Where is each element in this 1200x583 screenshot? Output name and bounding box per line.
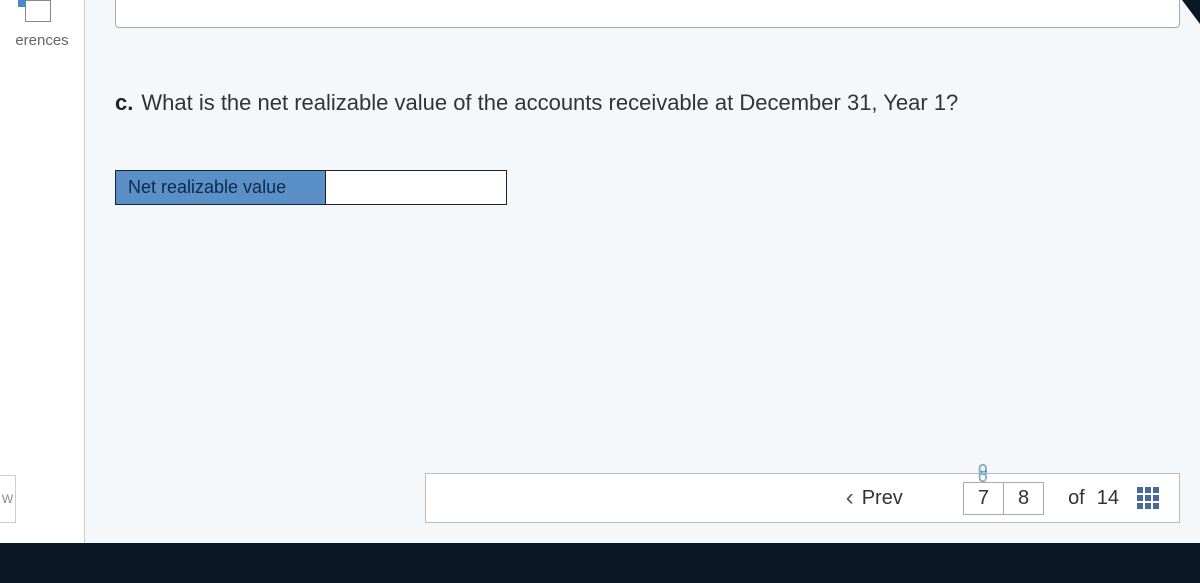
question-row: c. What is the net realizable value of t… — [115, 90, 1160, 116]
bottom-bezel — [0, 543, 1200, 583]
w-tab[interactable]: W — [0, 475, 16, 523]
answer-table: Net realizable value — [115, 170, 507, 205]
total-pages: 14 — [1097, 487, 1119, 510]
grid-view-icon[interactable] — [1137, 487, 1159, 509]
answer-label-cell: Net realizable value — [116, 171, 326, 204]
question-text: What is the net realizable value of the … — [141, 90, 958, 116]
prev-button[interactable]: ‹ Prev — [846, 484, 903, 512]
prev-label: Prev — [862, 487, 903, 510]
top-answer-box[interactable] — [115, 0, 1180, 28]
link-icon: 🔗 — [971, 461, 995, 485]
main-content: c. What is the net realizable value of t… — [85, 0, 1200, 583]
answer-input-cell — [326, 171, 506, 204]
references-label[interactable]: erences — [0, 32, 84, 49]
references-icon[interactable] — [25, 0, 51, 22]
page-indicator: 7 🔗 8 — [963, 482, 1044, 515]
navigation-bar: ‹ Prev 7 🔗 8 of 14 — [425, 473, 1180, 523]
net-realizable-value-input[interactable] — [326, 171, 506, 204]
question-letter: c. — [115, 90, 133, 116]
page-next[interactable]: 8 — [1004, 482, 1044, 515]
page-current[interactable]: 7 🔗 — [963, 482, 1004, 515]
chevron-left-icon: ‹ — [846, 484, 854, 512]
of-label: of — [1068, 487, 1085, 510]
